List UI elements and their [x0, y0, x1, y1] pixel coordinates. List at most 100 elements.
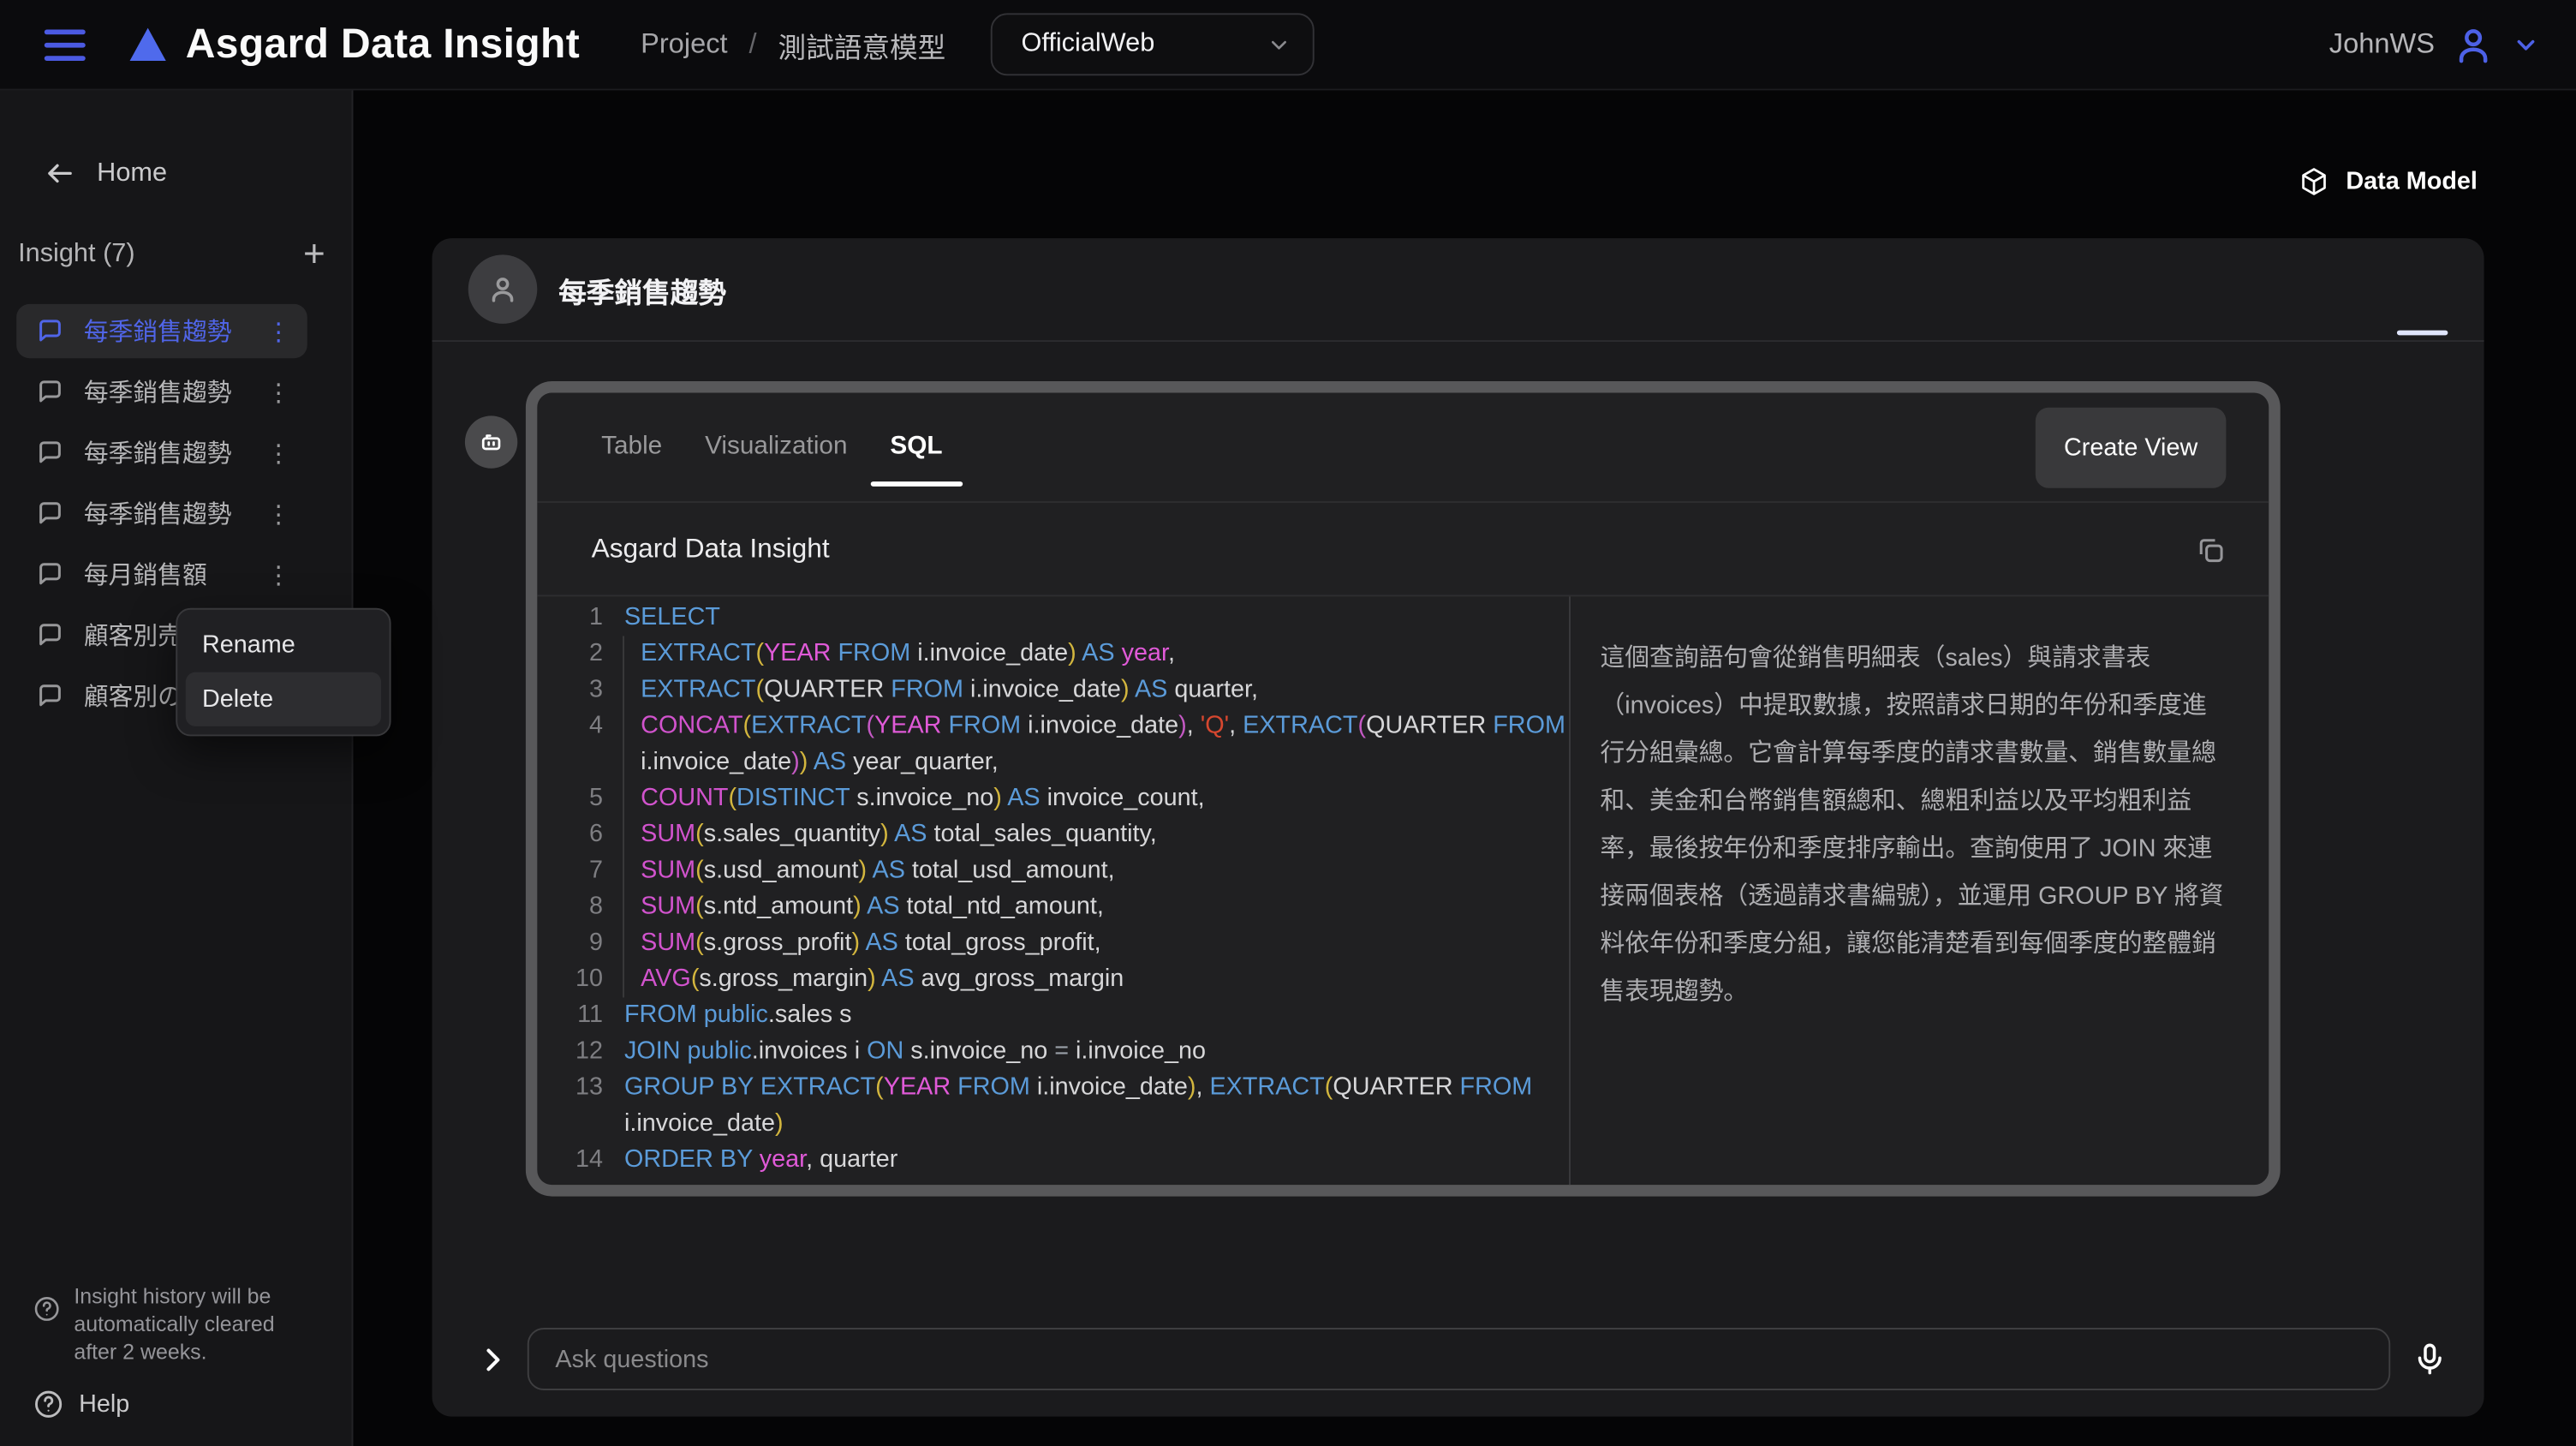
chat-bubble-icon	[36, 621, 64, 649]
chat-panel: 每季銷售趨勢 Table Visualization SQL Create View…	[432, 238, 2484, 1416]
history-note-text: Insight history will be automatically cl…	[74, 1282, 294, 1365]
chevron-down-icon	[2512, 30, 2540, 58]
code-text: JOIN public.invoices i ON s.invoice_no =…	[624, 1034, 1569, 1070]
context-menu: RenameDelete	[176, 608, 391, 737]
help-question-icon	[33, 1389, 63, 1419]
sidebar-item-insight-1[interactable]: 每季銷售趨勢 ⋮	[16, 304, 307, 358]
chat-bubble-icon	[36, 682, 64, 710]
sql-header-title: Asgard Data Insight	[592, 534, 830, 565]
line-number: 3	[537, 672, 603, 708]
scroll-indicator	[2397, 331, 2448, 336]
chat-bubble-icon	[36, 378, 64, 406]
line-number: 2	[537, 636, 603, 672]
model-select-dropdown[interactable]: OfficialWeb	[990, 13, 1314, 75]
insight-item-label: 每季銷售趨勢	[84, 314, 232, 348]
code-text: ORDER BY year, quarter	[624, 1142, 1569, 1178]
app-logo-icon	[130, 28, 166, 61]
sql-header: Asgard Data Insight	[537, 501, 2269, 596]
line-number: 1	[537, 600, 603, 636]
tab-table[interactable]: Table	[601, 392, 662, 501]
sidebar-item-insight-3[interactable]: 每季銷售趨勢⋮	[16, 426, 307, 480]
data-model-button[interactable]: Data Model	[2299, 166, 2478, 197]
copy-icon[interactable]	[2195, 534, 2226, 565]
kebab-menu-icon[interactable]: ⋮	[259, 559, 297, 589]
code-text: COUNT(DISTINCT s.invoice_no) AS invoice_…	[624, 780, 1569, 816]
code-line: 12 JOIN public.invoices i ON s.invoice_no…	[537, 1034, 1569, 1070]
ask-row	[478, 1328, 2448, 1390]
app-title: Asgard Data Insight	[186, 21, 580, 69]
code-text: FROM public.sales s	[624, 997, 1569, 1033]
tab-sql[interactable]: SQL	[890, 392, 942, 501]
chevron-down-icon	[1266, 32, 1291, 57]
kebab-menu-icon[interactable]: ⋮	[259, 316, 297, 346]
line-number: 13	[537, 1070, 603, 1142]
tabs-row: Table Visualization SQL Create View	[537, 392, 2269, 501]
line-number: 14	[537, 1142, 603, 1178]
home-button[interactable]: Home	[0, 91, 352, 189]
arrow-left-icon	[45, 158, 75, 188]
sql-explanation: 這個查詢語句會從銷售明細表（sales）與請求書表（invoices）中提取數據…	[1569, 596, 2269, 1185]
sidebar-item-insight-2[interactable]: 每季銷售趨勢 ⋮	[16, 365, 307, 419]
tab-visualization[interactable]: Visualization	[705, 392, 847, 501]
chat-bubble-icon	[36, 560, 64, 589]
app-root: Asgard Data Insight Project / 測試語意模型 Off…	[0, 0, 2576, 1446]
sidebar-item-insight-4[interactable]: 每季銷售趨勢 ⋮	[16, 487, 307, 541]
chat-header: 每季銷售趨勢	[432, 238, 2484, 342]
breadcrumb-project[interactable]: Project	[641, 28, 728, 61]
chat-bubble-icon	[36, 499, 64, 528]
add-insight-button[interactable]: +	[303, 231, 325, 276]
line-number: 8	[537, 889, 603, 925]
info-question-icon	[33, 1295, 61, 1365]
chat-content: Table Visualization SQL Create View Asgard…	[432, 381, 2484, 1197]
code-line: 8SUM(s.ntd_amount) AS total_ntd_amount,	[537, 889, 1569, 925]
breadcrumb-separator: /	[749, 28, 757, 61]
code-line: 1 SELECT	[537, 600, 1569, 636]
code-line: 5 COUNT(DISTINCT s.invoice_no) AS invoice…	[537, 780, 1569, 816]
microphone-icon[interactable]	[2412, 1341, 2448, 1377]
hamburger-menu-icon[interactable]	[45, 29, 86, 60]
line-number: 4	[537, 708, 603, 780]
kebab-menu-icon[interactable]: ⋮	[259, 438, 297, 468]
context-menu-rename[interactable]: Rename	[186, 618, 381, 672]
insight-item-label: 每季銷售趨勢	[84, 496, 232, 530]
kebab-menu-icon[interactable]: ⋮	[259, 377, 297, 407]
model-select-value: OfficialWeb	[1021, 30, 1154, 60]
cube-icon	[2299, 166, 2329, 197]
insight-header-label: Insight (7)	[18, 239, 134, 269]
sidebar: Home Insight (7) + 每季銷售趨勢 ⋮ 每季銷售趨勢 ⋮ 每季銷售趨勢 ⋮…	[0, 91, 353, 1446]
chevron-right-icon[interactable]	[478, 1345, 506, 1373]
create-view-button[interactable]: Create View	[2036, 407, 2227, 487]
breadcrumb: Project / 測試語意模型	[641, 24, 945, 65]
history-note: Insight history will be automatically cl…	[33, 1282, 331, 1365]
insight-header: Insight (7) +	[18, 231, 325, 276]
code-line: 2 EXTRACT(YEAR FROM i.invoice_date) AS ye…	[537, 636, 1569, 672]
code-text: CONCAT(EXTRACT(YEAR FROM i.invoice_date)…	[624, 708, 1569, 780]
chat-bubble-icon	[36, 317, 64, 345]
indent-guide	[623, 636, 624, 997]
context-menu-delete[interactable]: Delete	[186, 672, 381, 726]
kebab-menu-icon[interactable]: ⋮	[259, 499, 297, 529]
ask-questions-input[interactable]	[528, 1328, 2390, 1390]
line-number: 6	[537, 816, 603, 852]
line-number: 7	[537, 853, 603, 889]
code-text: SUM(s.gross_profit) AS total_gross_profi…	[624, 925, 1569, 961]
user-menu[interactable]: JohnWS	[2329, 22, 2540, 67]
sql-code-block: 1 SELECT 2 EXTRACT(YEAR FROM i.invoice_date…	[537, 596, 1569, 1185]
sidebar-item-insight-5[interactable]: 每月銷售額⋮	[16, 547, 307, 601]
code-line: 9SUM(s.gross_profit) AS total_gross_prof…	[537, 925, 1569, 961]
code-line: 14 ORDER BY year, quarter	[537, 1142, 1569, 1178]
code-text: SELECT	[624, 600, 1569, 636]
breadcrumb-page: 測試語意模型	[778, 24, 946, 65]
line-number: 11	[537, 997, 603, 1033]
main-area: Data Model 每季銷售趨勢 Table Visualization SQL …	[355, 91, 2576, 1446]
insight-item-label: 每季銷售趨勢	[84, 374, 232, 409]
sidebar-footer: Insight history will be automatically cl…	[0, 1282, 352, 1419]
code-line: 3 EXTRACT(QUARTER FROM i.invoice_date) AS…	[537, 672, 1569, 708]
data-model-label: Data Model	[2346, 168, 2477, 196]
line-number: 12	[537, 1034, 603, 1070]
code-text: EXTRACT(YEAR FROM i.invoice_date) AS yea…	[624, 636, 1569, 672]
code-text: EXTRACT(QUARTER FROM i.invoice_date) AS …	[624, 672, 1569, 708]
line-number: 5	[537, 780, 603, 816]
home-label: Home	[97, 158, 167, 188]
help-button[interactable]: Help	[33, 1389, 351, 1419]
